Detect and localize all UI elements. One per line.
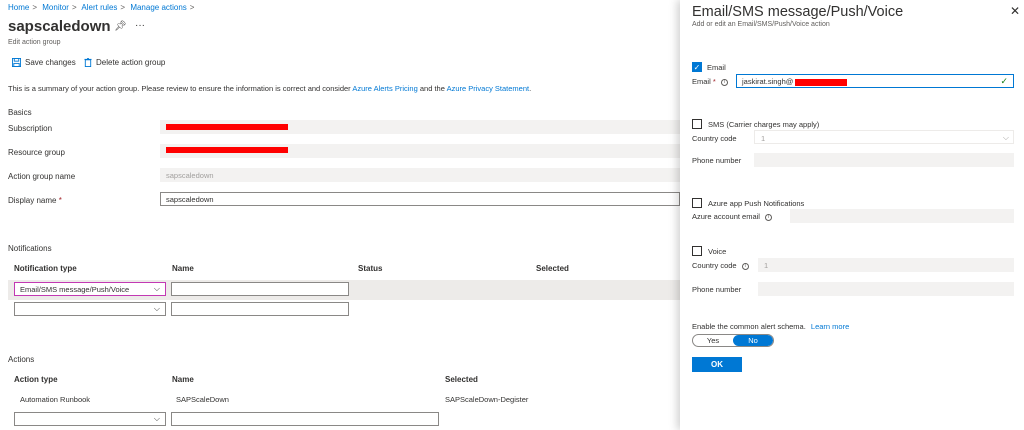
resource-group-label: Resource group — [8, 148, 65, 157]
subscription-label: Subscription — [8, 124, 53, 133]
sms-checkbox[interactable] — [692, 119, 702, 129]
voice-phone-input[interactable] — [758, 282, 1014, 296]
notification-type-select-empty[interactable]: ⌵ — [14, 302, 166, 316]
email-label-text: Email — [692, 77, 711, 86]
breadcrumb-home[interactable]: Home — [8, 3, 29, 12]
sms-country-code-label: Country code — [692, 134, 737, 143]
voice-checkbox-label: Voice — [708, 247, 727, 256]
basics-heading: Basics — [8, 108, 32, 117]
sms-phone-label: Phone number — [692, 156, 742, 165]
info-icon[interactable]: i — [765, 213, 773, 221]
breadcrumb-manage-actions[interactable]: Manage actions — [130, 3, 186, 12]
push-account-email-label: Azure account email i — [692, 212, 773, 221]
save-changes-button[interactable]: Save changes — [12, 58, 76, 67]
col-action-selected: Selected — [445, 375, 478, 384]
col-name: Name — [172, 264, 194, 273]
action-selected-cell: SAPScaleDown-Degister — [445, 395, 529, 404]
delete-action-group-label: Delete action group — [96, 58, 166, 67]
chevron-down-icon: ⌵ — [153, 414, 160, 423]
breadcrumb-monitor[interactable]: Monitor — [42, 3, 69, 12]
breadcrumb: Home > Monitor > Alert rules > Manage actio… — [8, 3, 195, 12]
summary-text-end: . — [529, 84, 532, 93]
action-type-select[interactable]: ⌵ — [14, 412, 166, 426]
col-action-name: Name — [172, 375, 194, 384]
save-changes-label: Save changes — [25, 58, 76, 67]
toggle-no[interactable]: No — [733, 335, 773, 346]
action-name-cell: SAPScaleDown — [176, 395, 229, 404]
panel-subtitle: Add or edit an Email/SMS/Push/Voice acti… — [692, 21, 830, 28]
redaction-mark — [166, 124, 288, 130]
toggle-yes[interactable]: Yes — [693, 335, 733, 346]
pin-icon[interactable]: 📌︎ — [114, 21, 127, 32]
notification-name-input-empty[interactable] — [171, 302, 349, 316]
summary-text: This is a summary of your action group. … — [8, 84, 531, 93]
redaction-mark — [795, 78, 848, 86]
info-icon[interactable]: i — [741, 262, 749, 270]
col-selected: Selected — [536, 264, 569, 273]
email-checkbox-label: Email — [707, 63, 726, 72]
redaction-mark — [166, 147, 288, 153]
col-action-type: Action type — [14, 375, 58, 384]
panel-title: Email/SMS message/Push/Voice — [692, 4, 904, 20]
save-icon — [12, 58, 21, 67]
voice-country-code-input[interactable]: 1 — [758, 258, 1014, 272]
more-options-icon[interactable]: ··· — [135, 20, 145, 31]
trash-icon — [84, 58, 92, 67]
email-checkbox[interactable]: ✓ — [692, 62, 702, 72]
chevron-down-icon: ⌵ — [153, 304, 160, 313]
sms-phone-input[interactable] — [754, 153, 1014, 167]
push-checkbox[interactable] — [692, 198, 702, 208]
actions-heading: Actions — [8, 355, 35, 364]
voice-country-code-label: Country code i — [692, 261, 749, 270]
notification-type-select[interactable]: Email/SMS message/Push/Voice ⌵ — [14, 282, 166, 296]
voice-checkbox[interactable] — [692, 246, 702, 256]
voice-country-label-text: Country code — [692, 261, 737, 270]
push-account-label-text: Azure account email — [692, 212, 760, 221]
email-input-value: jaskirat.singh@ — [742, 77, 794, 86]
chevron-down-icon: ⌵ — [1002, 133, 1009, 142]
chevron-down-icon: ⌵ — [153, 284, 160, 293]
required-mark: * — [58, 196, 62, 205]
notification-name-input[interactable] — [171, 282, 349, 296]
checkmark-icon: ✓ — [1000, 76, 1008, 86]
email-sms-panel: Email/SMS message/Push/Voice Add or edit… — [680, 0, 1024, 430]
page-title: sapscaledown — [8, 18, 111, 35]
sms-country-code-select[interactable]: 1 ⌵ — [754, 130, 1014, 144]
required-mark: * — [712, 77, 716, 86]
action-type-cell: Automation Runbook — [20, 395, 91, 404]
display-name-input[interactable]: sapscaledown — [160, 192, 680, 206]
delete-action-group-button[interactable]: Delete action group — [84, 58, 165, 67]
col-status: Status — [358, 264, 383, 273]
info-icon[interactable]: i — [720, 78, 728, 86]
resource-group-field — [160, 144, 680, 158]
page-subtitle: Edit action group — [8, 39, 61, 46]
push-checkbox-label: Azure app Push Notifications — [708, 199, 805, 208]
schema-label-text: Enable the common alert schema. — [692, 322, 806, 331]
voice-phone-label: Phone number — [692, 285, 742, 294]
sms-country-code-value: 1 — [761, 134, 766, 143]
azure-privacy-statement-link[interactable]: Azure Privacy Statement — [447, 84, 530, 93]
summary-text-start: This is a summary of your action group. … — [8, 84, 353, 93]
ok-button[interactable]: OK — [692, 357, 742, 372]
close-icon[interactable]: ✕ — [1010, 4, 1020, 18]
display-name-label-text: Display name — [8, 196, 57, 205]
action-group-name-field: sapscaledown — [160, 168, 680, 182]
notification-type-value: Email/SMS message/Push/Voice — [20, 284, 130, 294]
learn-more-link[interactable]: Learn more — [811, 322, 849, 331]
email-input[interactable]: jaskirat.singh@ ✓ — [736, 74, 1014, 88]
subscription-field — [160, 120, 680, 134]
email-field-label: Email * i — [692, 77, 728, 86]
breadcrumb-alert-rules[interactable]: Alert rules — [81, 3, 117, 12]
action-group-name-label: Action group name — [8, 172, 76, 181]
common-alert-schema-label: Enable the common alert schema. Learn mo… — [692, 322, 849, 331]
notifications-heading: Notifications — [8, 244, 52, 253]
push-account-email-input[interactable] — [790, 209, 1014, 223]
summary-text-mid: and the — [417, 84, 447, 93]
display-name-label: Display name * — [8, 196, 62, 205]
action-name-input[interactable] — [171, 412, 439, 426]
col-notification-type: Notification type — [14, 264, 77, 273]
sms-checkbox-label: SMS (Carrier charges may apply) — [708, 120, 820, 129]
alert-schema-toggle[interactable]: Yes No — [692, 334, 774, 347]
azure-alerts-pricing-link[interactable]: Azure Alerts Pricing — [352, 84, 417, 93]
